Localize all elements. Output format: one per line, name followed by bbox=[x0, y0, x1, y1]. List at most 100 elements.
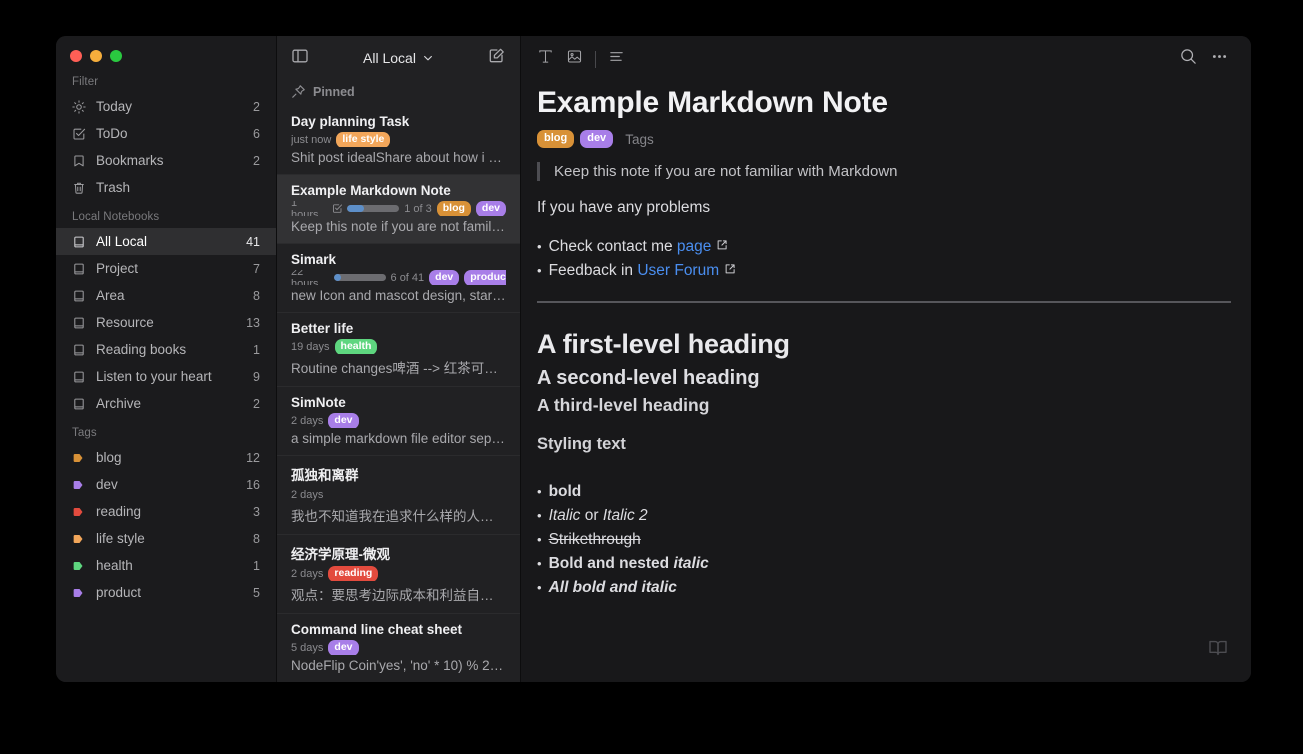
sidebar-item-label: All Local bbox=[96, 234, 148, 249]
sidebar-item-reading-books[interactable]: Reading books 1 bbox=[56, 336, 276, 363]
image-icon[interactable] bbox=[566, 48, 583, 70]
sidebar-tag-label: product bbox=[96, 585, 142, 600]
sidebar-tag-life-style[interactable]: life style 8 bbox=[56, 525, 276, 552]
sidebar-tag-health[interactable]: health 1 bbox=[56, 552, 276, 579]
note-list-item-command-line-cheat-sheet[interactable]: Command line cheat sheet 5 days dev Node… bbox=[277, 613, 520, 682]
note-preview: 我也不知道我在追求什么样的人生… bbox=[291, 509, 506, 524]
list-item: Check contact me page bbox=[537, 235, 1231, 259]
open-book-icon[interactable] bbox=[1207, 637, 1229, 664]
sidebar-item-resource[interactable]: Resource 13 bbox=[56, 309, 276, 336]
note-tag-chip-blog[interactable]: blog bbox=[537, 130, 575, 148]
sidebar-tag-dev[interactable]: dev 16 bbox=[56, 471, 276, 498]
tags-placeholder-label[interactable]: Tags bbox=[625, 132, 654, 147]
note-tags-row[interactable]: blog dev Tags bbox=[537, 130, 1231, 148]
tag-icon bbox=[72, 506, 91, 518]
note-meta: 19 days health bbox=[291, 339, 506, 354]
tag-icon bbox=[72, 560, 91, 572]
sidebar-item-all-local[interactable]: All Local 41 bbox=[56, 228, 276, 255]
close-window-button[interactable] bbox=[70, 50, 82, 62]
list-item: All bold and italic bbox=[537, 576, 1231, 600]
sidebar-item-area[interactable]: Area 8 bbox=[56, 282, 276, 309]
or-text: or bbox=[584, 507, 599, 524]
note-title: Example Markdown Note bbox=[291, 183, 451, 198]
italic-text-2: Italic 2 bbox=[602, 507, 648, 524]
compose-icon[interactable] bbox=[488, 47, 506, 70]
sidebar-tag-count: 3 bbox=[253, 504, 260, 519]
more-options-icon[interactable] bbox=[1210, 47, 1229, 71]
sidebar-tag-reading[interactable]: reading 3 bbox=[56, 498, 276, 525]
note-list-title-button[interactable]: All Local bbox=[317, 50, 480, 66]
sidebar-tag-count: 8 bbox=[253, 531, 260, 546]
note-time: just now bbox=[291, 133, 332, 146]
sidebar-item-trash[interactable]: Trash bbox=[56, 174, 276, 201]
sidebar-item-count: 1 bbox=[253, 342, 260, 357]
sidebar-item-label: Trash bbox=[96, 180, 131, 195]
sidebar-tag-count: 12 bbox=[246, 450, 260, 465]
note-preview: a simple markdown file editor sepa… bbox=[291, 431, 506, 446]
sidebar-item-bookmarks[interactable]: Bookmarks 2 bbox=[56, 147, 276, 174]
text-format-icon[interactable] bbox=[537, 48, 554, 70]
sidebar-item-archive[interactable]: Archive 2 bbox=[56, 390, 276, 417]
trash-icon bbox=[72, 181, 91, 195]
heading-level-1: A first-level heading bbox=[537, 329, 790, 359]
sidebar-item-todo[interactable]: ToDo 6 bbox=[56, 120, 276, 147]
sidebar-item-count: 8 bbox=[253, 288, 260, 303]
note-title: 经济学原理-微观 bbox=[291, 547, 390, 562]
toolbar-divider bbox=[595, 50, 596, 68]
note-preview: 观点：要思考边际成本和利益自由… bbox=[291, 588, 506, 603]
note-tag-chip-dev[interactable]: dev bbox=[580, 130, 614, 148]
search-icon[interactable] bbox=[1179, 47, 1198, 71]
checkbox-icon bbox=[332, 204, 342, 213]
note-title: SimNote bbox=[291, 395, 346, 410]
sidebar-tag-count: 5 bbox=[253, 585, 260, 600]
note-list-item-loneliness[interactable]: 孤独和离群 2 days 我也不知道我在追求什么样的人生… bbox=[277, 455, 520, 534]
note-list-item-example-markdown-note[interactable]: Example Markdown Note 1 hours 1 of 3 blo… bbox=[277, 174, 520, 243]
sidebar-item-listen-to-your-heart[interactable]: Listen to your heart 9 bbox=[56, 363, 276, 390]
note-tag-chip: dev bbox=[475, 201, 506, 216]
sidebar-tag-blog[interactable]: blog 12 bbox=[56, 444, 276, 471]
notebook-icon bbox=[72, 370, 91, 384]
note-meta: 5 days dev bbox=[291, 640, 506, 655]
sidebar-item-label: Archive bbox=[96, 396, 142, 411]
sidebar-item-count: 2 bbox=[253, 153, 260, 168]
list-item: Italic or Italic 2 bbox=[537, 504, 1231, 528]
note-title: Day planning Task bbox=[291, 114, 410, 129]
sidebar-toggle-icon[interactable] bbox=[291, 47, 309, 70]
minimize-window-button[interactable] bbox=[90, 50, 102, 62]
list-item: Bold and nested italic bbox=[537, 552, 1231, 576]
note-meta: 22 hours 6 of 41 dev product bbox=[291, 270, 506, 285]
sidebar-item-label: ToDo bbox=[96, 126, 128, 141]
link-prefix-text: Check contact me bbox=[548, 238, 677, 255]
pinned-label: Pinned bbox=[313, 84, 355, 99]
strikethrough-text: Strikethrough bbox=[548, 531, 641, 548]
sidebar-tag-product[interactable]: product 5 bbox=[56, 579, 276, 606]
sidebar-item-label: Project bbox=[96, 261, 139, 276]
link-page[interactable]: page bbox=[677, 238, 711, 255]
notebook-icon bbox=[72, 397, 91, 411]
sidebar-tag-label: dev bbox=[96, 477, 118, 492]
note-preview: Shit post idealShare about how i m… bbox=[291, 150, 506, 165]
note-list-item-simark[interactable]: Simark 22 hours 6 of 41 dev product new … bbox=[277, 243, 520, 312]
sidebar-tag-label: reading bbox=[96, 504, 142, 519]
outline-icon[interactable] bbox=[608, 48, 625, 70]
note-list-item-economics[interactable]: 经济学原理-微观 2 days reading 观点：要思考边际成本和利益自由… bbox=[277, 534, 520, 613]
tag-icon bbox=[72, 479, 91, 491]
sidebar-tag-label: blog bbox=[96, 450, 122, 465]
editor-toolbar bbox=[521, 36, 1251, 82]
page-title: Example Markdown Note bbox=[537, 86, 888, 119]
note-list-item-simnote[interactable]: SimNote 2 days dev a simple markdown fil… bbox=[277, 386, 520, 455]
note-list-item-better-life[interactable]: Better life 19 days health Routine chang… bbox=[277, 312, 520, 386]
note-preview: Keep this note if you are not famili… bbox=[291, 219, 506, 234]
editor-pane: Example Markdown Note blog dev Tags Keep… bbox=[521, 36, 1251, 682]
note-title: Better life bbox=[291, 321, 354, 336]
sidebar-item-project[interactable]: Project 7 bbox=[56, 255, 276, 282]
sidebar-item-label: Reading books bbox=[96, 342, 187, 357]
maximize-window-button[interactable] bbox=[110, 50, 122, 62]
sidebar-tag-label: life style bbox=[96, 531, 145, 546]
link-user-forum[interactable]: User Forum bbox=[637, 262, 719, 279]
note-list-item-day-planning-task[interactable]: Day planning Task just now life style Sh… bbox=[277, 106, 520, 174]
note-meta: just now life style bbox=[291, 132, 506, 147]
sidebar-item-today[interactable]: Today 2 bbox=[56, 93, 276, 120]
external-link-icon bbox=[724, 259, 736, 283]
editor-content[interactable]: Example Markdown Note blog dev Tags Keep… bbox=[521, 82, 1251, 682]
